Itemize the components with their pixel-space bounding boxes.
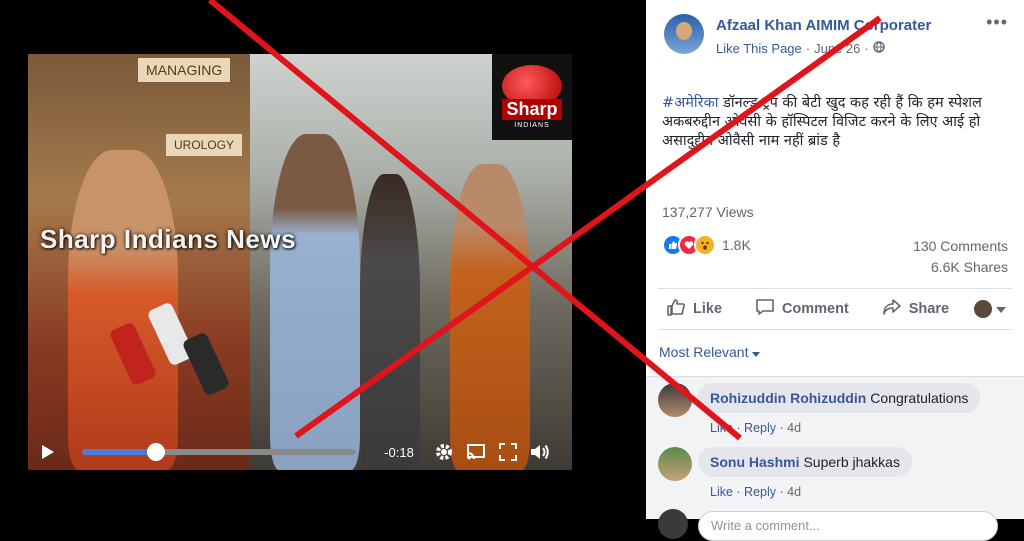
like-button[interactable]: Like — [658, 297, 730, 321]
post-as-selector[interactable] — [973, 300, 1012, 318]
fullscreen-icon[interactable] — [492, 434, 524, 470]
chevron-down-icon — [752, 344, 761, 360]
commenter-avatar[interactable] — [658, 447, 692, 481]
hashtag-link[interactable]: #अमेरिका — [662, 95, 718, 111]
video-pane: MANAGING UROLOGY Sharp Indians News Shar… — [0, 0, 646, 518]
meta-separator: · — [805, 41, 811, 56]
separator: · — [864, 41, 869, 56]
comment-sort-dropdown[interactable]: Most Relevant — [659, 344, 761, 360]
sort-label: Most Relevant — [659, 344, 749, 360]
more-options-button[interactable]: ••• — [986, 12, 1008, 33]
thumbs-up-icon — [666, 297, 686, 321]
watermark-text: Sharp Indians News — [40, 224, 297, 254]
chevron-down-icon — [995, 300, 1006, 318]
video-controls: -0:18 — [28, 434, 572, 470]
comment-actions: Like · Reply · 4d — [710, 485, 802, 499]
comment-bubble: Rohizuddin Rohizuddin Congratulations — [698, 383, 981, 413]
post-date[interactable]: June 26 — [814, 41, 860, 56]
scene-sign: MANAGING — [138, 58, 231, 82]
commenter-name[interactable]: Sonu Hashmi — [710, 454, 799, 470]
comment-actions: Like · Reply · 4d — [710, 421, 802, 435]
reactions-summary[interactable]: 1.8K — [662, 234, 751, 256]
commenter-name[interactable]: Rohizuddin Rohizuddin — [710, 390, 866, 406]
commenter-avatar[interactable] — [658, 383, 692, 417]
woman-figure — [450, 164, 530, 470]
comment-text: Superb jhakkas — [803, 454, 900, 470]
share-button[interactable]: Share — [874, 297, 957, 321]
channel-logo: Sharp INDIANS — [492, 54, 572, 140]
comment-icon — [755, 297, 775, 321]
comment-button[interactable]: Comment — [747, 297, 857, 321]
logo-text: Sharp — [502, 99, 562, 120]
progress-bar[interactable] — [82, 443, 356, 461]
shares-count-link[interactable]: 6.6K Shares — [931, 259, 1008, 275]
wow-reaction-icon — [694, 234, 716, 256]
reaction-count: 1.8K — [722, 237, 751, 253]
post-header: Afzaal Khan AIMIM Corporater Like This P… — [646, 0, 1024, 80]
write-comment-row: Write a comment... — [658, 503, 1012, 541]
page-name-link[interactable]: Afzaal Khan AIMIM Corporater — [716, 17, 931, 34]
post-sidebar: Afzaal Khan AIMIM Corporater Like This P… — [646, 0, 1024, 541]
globe-icon — [873, 41, 885, 56]
gear-icon[interactable] — [428, 434, 460, 470]
avatar — [973, 300, 992, 318]
share-icon — [882, 297, 902, 321]
like-page-link[interactable]: Like This Page — [716, 41, 802, 56]
comment-like-link[interactable]: Like — [710, 421, 733, 435]
scene-sign-urology: UROLOGY — [166, 134, 243, 156]
comment-time[interactable]: 4d — [787, 485, 801, 499]
comment-bubble: Sonu Hashmi Superb jhakkas — [698, 447, 912, 477]
man-figure — [360, 174, 420, 470]
like-label: Like — [693, 301, 723, 317]
comment-like-link[interactable]: Like — [710, 485, 733, 499]
volume-icon[interactable] — [524, 434, 556, 470]
cast-icon[interactable] — [460, 434, 492, 470]
post-meta: Like This Page · June 26 · — [716, 41, 885, 56]
play-icon[interactable] — [28, 434, 68, 470]
comment-text: Congratulations — [870, 390, 969, 406]
share-label: Share — [908, 301, 950, 317]
comment-label: Comment — [781, 301, 849, 317]
action-bar: Like Comment Share — [658, 288, 1012, 330]
view-count: 137,277 Views — [662, 204, 754, 220]
comments-count-link[interactable]: 130 Comments — [913, 238, 1008, 254]
microphone — [181, 331, 231, 397]
video-player[interactable]: MANAGING UROLOGY Sharp Indians News Shar… — [28, 54, 572, 470]
post-text: #अमेरिका डॉनल्ड ट्रंप की बेटी खुद कह रही… — [662, 94, 1012, 151]
logo-subtext: INDIANS — [514, 122, 550, 129]
page-avatar[interactable] — [664, 14, 704, 54]
comment-reply-link[interactable]: Reply — [744, 485, 776, 499]
avatar — [658, 509, 688, 539]
video-scene-left: MANAGING UROLOGY — [28, 54, 250, 470]
comment-reply-link[interactable]: Reply — [744, 421, 776, 435]
comment-time[interactable]: 4d — [787, 421, 801, 435]
progress-fill — [82, 449, 156, 455]
man-figure — [270, 134, 360, 470]
comments-list: Rohizuddin Rohizuddin Congratulations Lik… — [646, 376, 1024, 541]
comment-input[interactable]: Write a comment... — [698, 511, 998, 541]
time-remaining: -0:18 — [384, 444, 414, 460]
progress-handle[interactable] — [146, 443, 165, 461]
